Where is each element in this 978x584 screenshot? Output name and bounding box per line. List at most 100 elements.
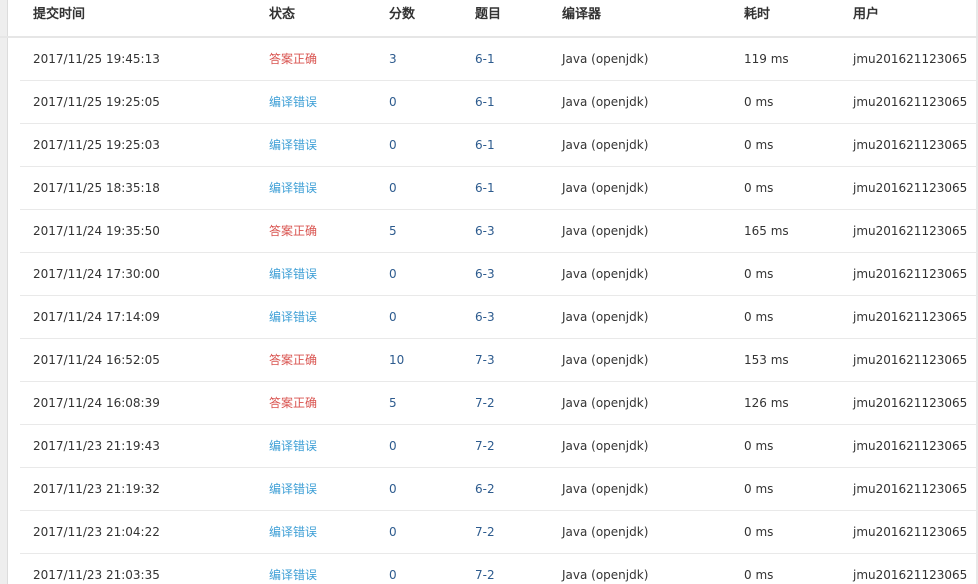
status-link[interactable]: 答案正确 <box>269 382 317 425</box>
table-row[interactable]: 2017/11/23 21:04:22 编译错误 0 7-2 Java (openjdk… <box>0 511 978 554</box>
problem-link[interactable]: 6-1 <box>475 167 495 210</box>
table-row[interactable]: 2017/11/24 16:08:39 答案正确 5 7-2 Java (openjdk… <box>0 382 978 425</box>
score-value: 0 <box>389 138 397 152</box>
score-value: 0 <box>389 525 397 539</box>
table-row[interactable]: 2017/11/24 16:52:05 答案正确 10 7-3 Java (openjd… <box>0 339 978 382</box>
problem-link[interactable]: 6-1 <box>475 38 495 81</box>
score-value: 5 <box>389 224 397 238</box>
problem-link[interactable]: 6-3 <box>475 253 495 296</box>
user-name: jmu201621123065 <box>853 138 968 152</box>
score-value: 0 <box>389 181 397 195</box>
status-link[interactable]: 编译错误 <box>269 425 317 468</box>
table-row[interactable]: 2017/11/25 19:25:05 编译错误 0 6-1 Java (openjdk… <box>0 81 978 124</box>
problem-link[interactable]: 6-1 <box>475 124 495 167</box>
elapsed-time: 0 ms <box>744 482 774 496</box>
score-value: 0 <box>389 568 397 582</box>
header-compiler: 编译器 <box>562 7 602 22</box>
compiler-name: Java (openjdk) <box>562 95 649 109</box>
user-name: jmu201621123065 <box>853 396 968 410</box>
problem-link[interactable]: 6-1 <box>475 81 495 124</box>
submit-time: 2017/11/24 19:35:50 <box>33 224 160 238</box>
submit-time: 2017/11/24 17:14:09 <box>33 310 160 324</box>
compiler-name: Java (openjdk) <box>562 52 649 66</box>
table-row[interactable]: 2017/11/23 21:19:32 编译错误 0 6-2 Java (openjdk… <box>0 468 978 511</box>
compiler-name: Java (openjdk) <box>562 181 649 195</box>
status-link[interactable]: 编译错误 <box>269 554 317 584</box>
submissions-table: 2017/11/25 19:45:13 答案正确 3 6-1 Java (openjdk… <box>0 38 978 584</box>
score-value: 10 <box>389 353 405 367</box>
compiler-name: Java (openjdk) <box>562 568 649 582</box>
elapsed-time: 0 ms <box>744 138 774 152</box>
status-link[interactable]: 答案正确 <box>269 38 317 81</box>
compiler-name: Java (openjdk) <box>562 525 649 539</box>
submissions-page: 提交时间 状态 分数 题目 编译器 耗时 用户 2017/11/25 19:45… <box>0 0 978 584</box>
problem-link[interactable]: 7-2 <box>475 554 495 584</box>
problem-link[interactable]: 7-2 <box>475 511 495 554</box>
table-row[interactable]: 2017/11/24 17:30:00 编译错误 0 6-3 Java (openjdk… <box>0 253 978 296</box>
submit-time: 2017/11/23 21:19:43 <box>33 439 160 453</box>
status-link[interactable]: 答案正确 <box>269 210 317 253</box>
elapsed-time: 165 ms <box>744 224 789 238</box>
status-link[interactable]: 编译错误 <box>269 468 317 511</box>
elapsed-time: 0 ms <box>744 310 774 324</box>
submit-time: 2017/11/24 17:30:00 <box>33 267 160 281</box>
problem-link[interactable]: 6-3 <box>475 210 495 253</box>
header-score: 分数 <box>389 7 416 22</box>
compiler-name: Java (openjdk) <box>562 138 649 152</box>
elapsed-time: 153 ms <box>744 353 789 367</box>
table-row[interactable]: 2017/11/23 21:19:43 编译错误 0 7-2 Java (openjdk… <box>0 425 978 468</box>
status-link[interactable]: 编译错误 <box>269 511 317 554</box>
elapsed-time: 126 ms <box>744 396 789 410</box>
user-name: jmu201621123065 <box>853 52 968 66</box>
problem-link[interactable]: 7-2 <box>475 382 495 425</box>
submit-time: 2017/11/23 21:03:35 <box>33 568 160 582</box>
score-value: 0 <box>389 482 397 496</box>
score-value: 3 <box>389 52 397 66</box>
table-row[interactable]: 2017/11/24 19:35:50 答案正确 5 6-3 Java (openjdk… <box>0 210 978 253</box>
problem-link[interactable]: 6-2 <box>475 468 495 511</box>
problem-link[interactable]: 7-3 <box>475 339 495 382</box>
compiler-name: Java (openjdk) <box>562 310 649 324</box>
user-name: jmu201621123065 <box>853 439 968 453</box>
submit-time: 2017/11/23 21:04:22 <box>33 525 160 539</box>
status-link[interactable]: 编译错误 <box>269 167 317 210</box>
submit-time: 2017/11/25 18:35:18 <box>33 181 160 195</box>
compiler-name: Java (openjdk) <box>562 439 649 453</box>
elapsed-time: 0 ms <box>744 439 774 453</box>
status-link[interactable]: 编译错误 <box>269 124 317 167</box>
user-name: jmu201621123065 <box>853 482 968 496</box>
table-row[interactable]: 2017/11/25 19:25:03 编译错误 0 6-1 Java (openjdk… <box>0 124 978 167</box>
table-row[interactable]: 2017/11/25 19:45:13 答案正确 3 6-1 Java (openjdk… <box>0 38 978 81</box>
elapsed-time: 119 ms <box>744 52 789 66</box>
header-problem: 题目 <box>475 7 502 22</box>
table-row[interactable]: 2017/11/24 17:14:09 编译错误 0 6-3 Java (openjdk… <box>0 296 978 339</box>
score-value: 0 <box>389 310 397 324</box>
header-elapsed: 耗时 <box>744 7 771 22</box>
compiler-name: Java (openjdk) <box>562 224 649 238</box>
elapsed-time: 0 ms <box>744 568 774 582</box>
user-name: jmu201621123065 <box>853 267 968 281</box>
table-row[interactable]: 2017/11/25 18:35:18 编译错误 0 6-1 Java (openjdk… <box>0 167 978 210</box>
elapsed-time: 0 ms <box>744 181 774 195</box>
compiler-name: Java (openjdk) <box>562 353 649 367</box>
status-link[interactable]: 编译错误 <box>269 253 317 296</box>
user-name: jmu201621123065 <box>853 353 968 367</box>
user-name: jmu201621123065 <box>853 224 968 238</box>
submit-time: 2017/11/25 19:45:13 <box>33 52 160 66</box>
problem-link[interactable]: 7-2 <box>475 425 495 468</box>
elapsed-time: 0 ms <box>744 267 774 281</box>
compiler-name: Java (openjdk) <box>562 267 649 281</box>
submit-time: 2017/11/25 19:25:03 <box>33 138 160 152</box>
header-submit-time: 提交时间 <box>33 7 86 22</box>
table-row[interactable]: 2017/11/23 21:03:35 编译错误 0 7-2 Java (openjdk… <box>0 554 978 584</box>
submit-time: 2017/11/24 16:08:39 <box>33 396 160 410</box>
compiler-name: Java (openjdk) <box>562 482 649 496</box>
problem-link[interactable]: 6-3 <box>475 296 495 339</box>
status-link[interactable]: 答案正确 <box>269 339 317 382</box>
user-name: jmu201621123065 <box>853 181 968 195</box>
table-header: 提交时间 状态 分数 题目 编译器 耗时 用户 <box>0 0 978 38</box>
status-link[interactable]: 编译错误 <box>269 296 317 339</box>
status-link[interactable]: 编译错误 <box>269 81 317 124</box>
submit-time: 2017/11/24 16:52:05 <box>33 353 160 367</box>
score-value: 5 <box>389 396 397 410</box>
